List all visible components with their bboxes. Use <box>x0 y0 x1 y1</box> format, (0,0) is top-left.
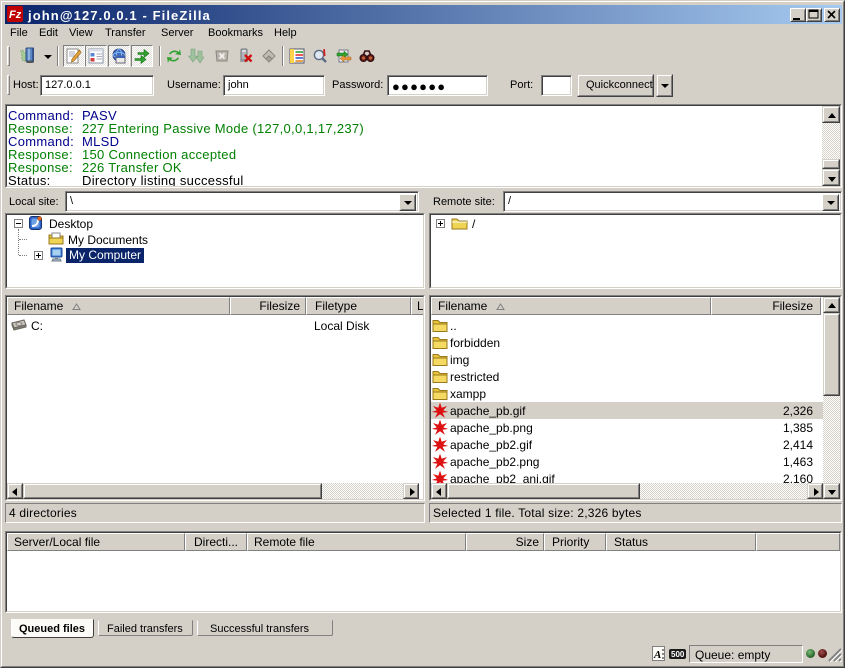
svg-text:A: A <box>653 649 661 661</box>
svg-text:500: 500 <box>671 650 685 659</box>
svg-text:Fz: Fz <box>9 9 22 21</box>
